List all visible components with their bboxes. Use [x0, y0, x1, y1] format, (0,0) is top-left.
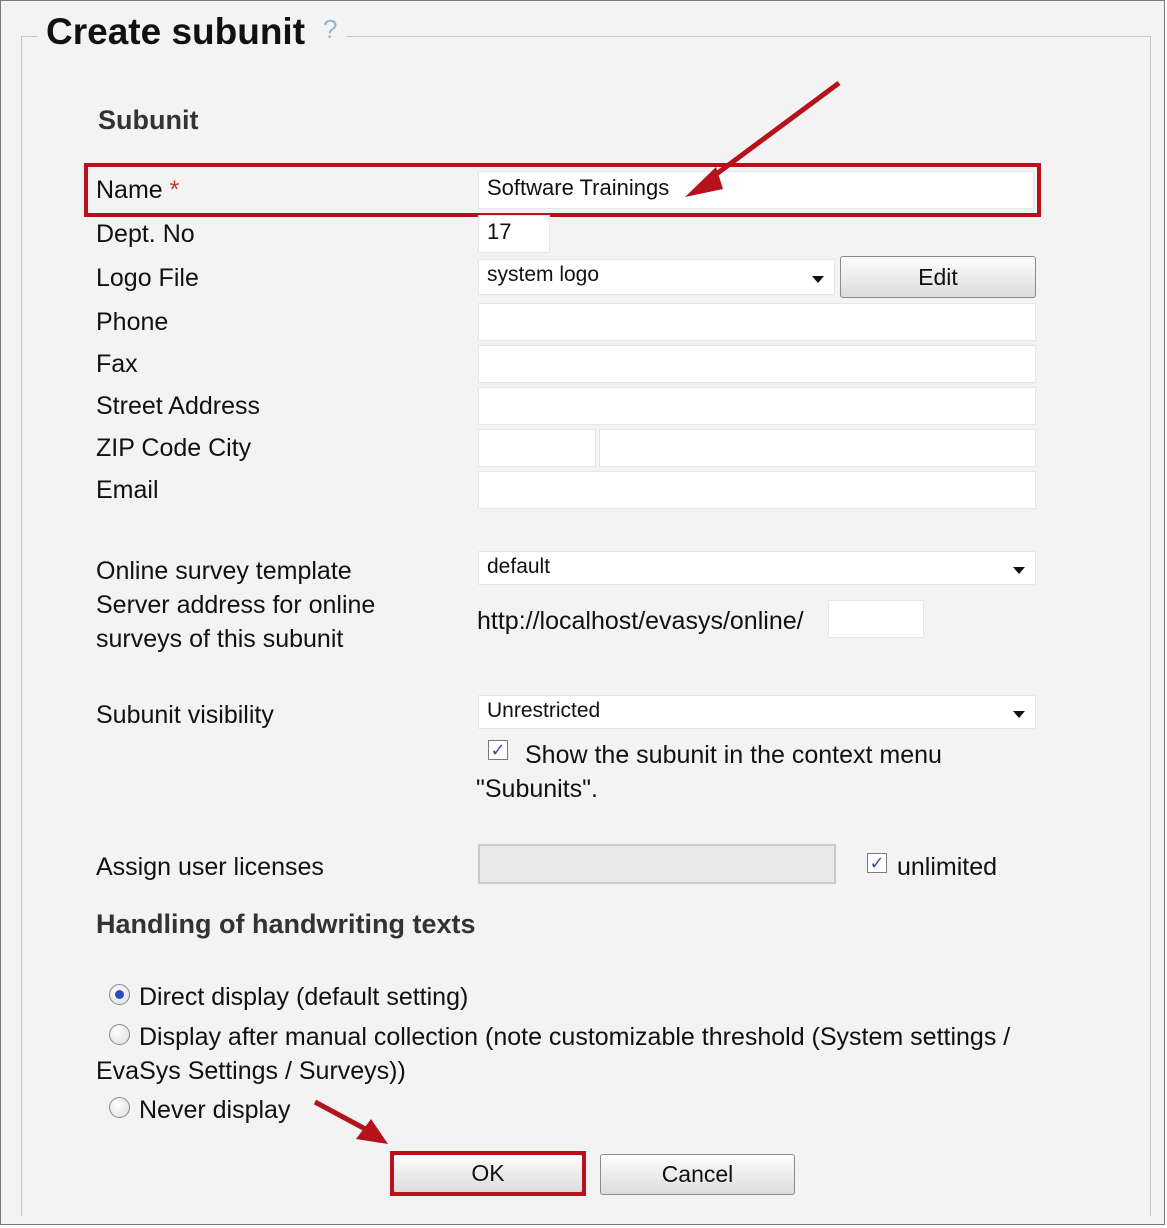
- arrow-to-ok-line: [313, 1099, 371, 1134]
- arrow-to-name-head: [685, 167, 723, 197]
- annotation-arrows: [313, 80, 841, 1144]
- dialog-frame: Create subunit ? Subunit Name * Software…: [0, 0, 1165, 1225]
- arrow-to-ok-head: [356, 1119, 388, 1144]
- arrow-to-name-line: [705, 80, 841, 184]
